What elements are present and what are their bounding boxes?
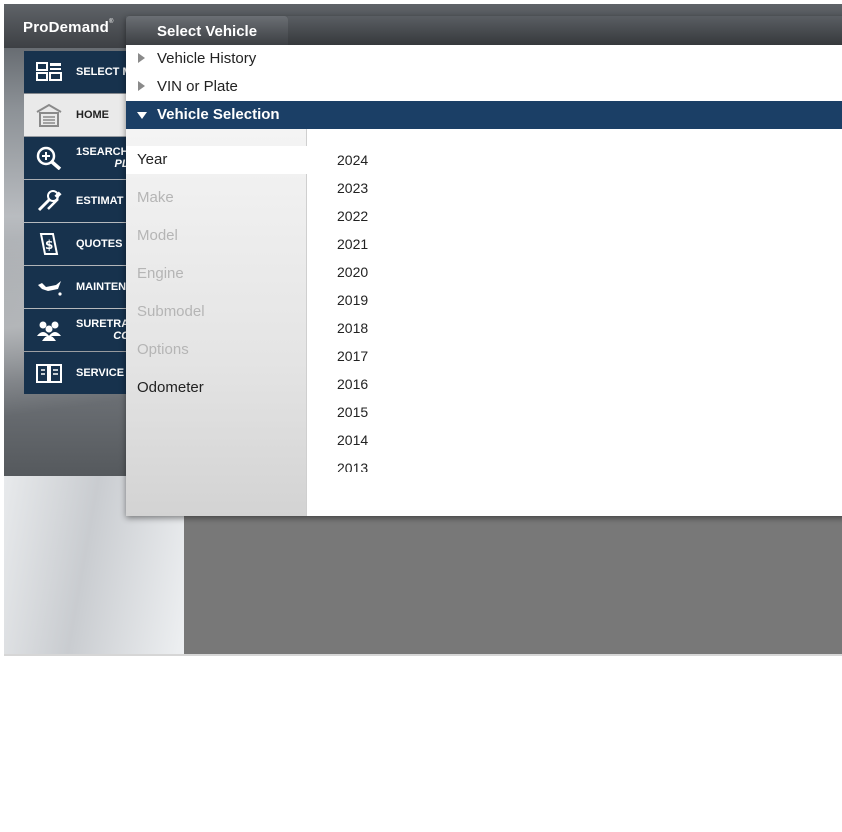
nav-item-label: HOME	[76, 109, 109, 121]
collapse-triangle-icon	[137, 112, 147, 119]
vin-or-plate-section[interactable]: VIN or Plate	[126, 73, 842, 102]
nav-item-label: SERVICE	[76, 367, 125, 379]
nav-item-quotes[interactable]: $ QUOTES	[24, 223, 134, 265]
year-option[interactable]: 2022	[337, 208, 368, 224]
nav-item-maintenance[interactable]: MAINTEN	[24, 266, 134, 308]
year-option[interactable]: 2019	[337, 292, 368, 308]
panel-header-strip	[288, 16, 842, 45]
year-list[interactable]: 2024 2023 2022 2021 2020 2019 2018 2017 …	[311, 129, 511, 472]
magnifier-plus-icon	[36, 146, 62, 170]
svg-text:$: $	[45, 238, 53, 252]
nav-item-sublabel: PL	[114, 158, 129, 170]
tools-icon	[37, 190, 62, 212]
people-icon	[37, 321, 61, 341]
nav-item-label: MAINTEN	[76, 281, 127, 293]
oil-can-icon	[38, 281, 62, 296]
prodemand-logo: ProDemand®	[23, 19, 114, 36]
year-option[interactable]: 2015	[337, 404, 368, 420]
nav-item-home[interactable]: HOME	[24, 94, 134, 136]
year-option[interactable]: 2024	[337, 152, 368, 168]
year-option[interactable]: 2023	[337, 180, 368, 196]
vehicle-selection-section[interactable]: Vehicle Selection	[126, 101, 842, 129]
year-option[interactable]: 2014	[337, 432, 368, 448]
year-option[interactable]: 2016	[337, 376, 368, 392]
nav-item-label: SELECT M	[76, 66, 132, 78]
content-area	[184, 512, 842, 654]
select-vehicle-tab[interactable]: Select Vehicle	[126, 16, 288, 45]
year-option[interactable]: 2020	[337, 264, 368, 280]
main-nav: SELECT M HOME 1SEARCH PL ESTIMAT $ QUOTE…	[24, 51, 134, 395]
app-window: ProDemand® SELECT M HOME 1SEARCH PL ESTI…	[4, 4, 842, 656]
select-vehicle-panel: Select Vehicle Vehicle History VIN or Pl…	[126, 16, 842, 516]
nav-item-label: QUOTES	[76, 238, 123, 250]
expand-triangle-icon	[138, 81, 145, 91]
selection-steps: Year Make Model Engine Submodel Options …	[126, 129, 307, 516]
step-odometer[interactable]: Odometer	[126, 374, 306, 402]
nav-item-label: SURETRA	[76, 318, 130, 330]
nav-item-select[interactable]: SELECT M	[24, 51, 134, 93]
price-tag-icon: $	[39, 233, 59, 255]
step-make: Make	[137, 189, 174, 206]
step-engine: Engine	[137, 265, 184, 282]
nav-item-sublabel: CC	[113, 330, 130, 342]
nav-item-label: 1SEARCH	[76, 146, 129, 158]
year-option[interactable]: 2021	[337, 236, 368, 252]
nav-item-service[interactable]: SERVICE	[24, 352, 134, 394]
year-option[interactable]: 2018	[337, 320, 368, 336]
step-submodel: Submodel	[137, 303, 205, 320]
garage-icon	[36, 103, 62, 127]
year-option[interactable]: 2013	[337, 460, 368, 472]
nav-item-label: ESTIMAT	[76, 195, 124, 207]
step-model: Model	[137, 227, 178, 244]
step-year[interactable]: Year	[126, 146, 307, 174]
layout-grid-icon	[36, 62, 62, 81]
nav-item-suretrack[interactable]: SURETRA CC	[24, 309, 134, 351]
book-icon	[36, 364, 62, 383]
vehicle-history-section[interactable]: Vehicle History	[126, 45, 842, 74]
expand-triangle-icon	[138, 53, 145, 63]
nav-item-estimator[interactable]: ESTIMAT	[24, 180, 134, 222]
year-option[interactable]: 2017	[337, 348, 368, 364]
nav-item-1search[interactable]: 1SEARCH PL	[24, 137, 134, 179]
vehicle-selection-body: Year Make Model Engine Submodel Options …	[126, 129, 842, 516]
step-options: Options	[137, 341, 189, 358]
